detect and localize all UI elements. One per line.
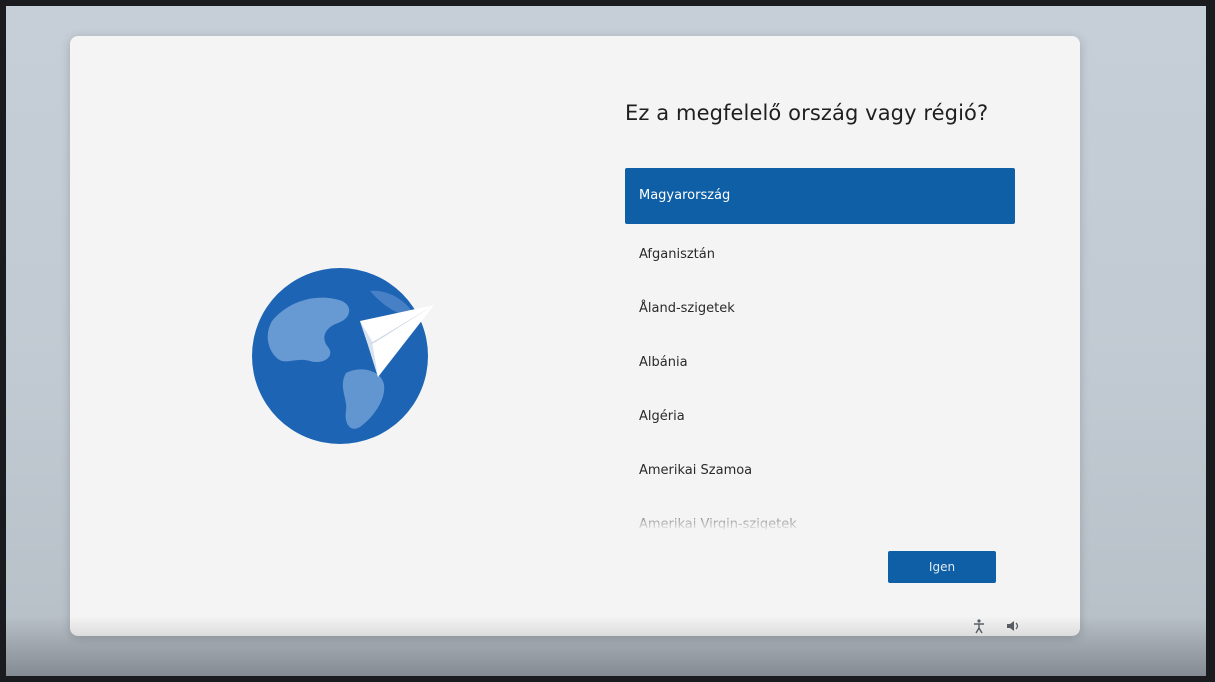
accessibility-icon[interactable] — [971, 618, 987, 634]
region-item[interactable]: Albánia — [625, 336, 1015, 390]
oobe-screen: Ez a megfelelő ország vagy régió? Magyar… — [6, 6, 1206, 676]
region-item[interactable]: Afganisztán — [625, 228, 1015, 282]
region-list[interactable]: Magyarország Afganisztán Åland-szigetek … — [625, 168, 1015, 530]
region-item-selected[interactable]: Magyarország — [625, 168, 1015, 224]
region-item[interactable]: Åland-szigetek — [625, 282, 1015, 336]
volume-icon[interactable] — [1005, 618, 1021, 634]
region-item[interactable]: Amerikai Virgin-szigetek — [625, 498, 1015, 530]
setup-card: Ez a megfelelő ország vagy régió? Magyar… — [70, 36, 1080, 636]
page-title: Ez a megfelelő ország vagy régió? — [625, 101, 989, 125]
globe-icon — [252, 268, 434, 444]
region-content: Ez a megfelelő ország vagy régió? — [625, 101, 1025, 125]
globe-paper-plane-illustration — [250, 261, 500, 451]
region-item[interactable]: Algéria — [625, 390, 1015, 444]
system-tray — [971, 618, 1021, 634]
region-item[interactable]: Amerikai Szamoa — [625, 444, 1015, 498]
yes-button[interactable]: Igen — [888, 551, 996, 583]
